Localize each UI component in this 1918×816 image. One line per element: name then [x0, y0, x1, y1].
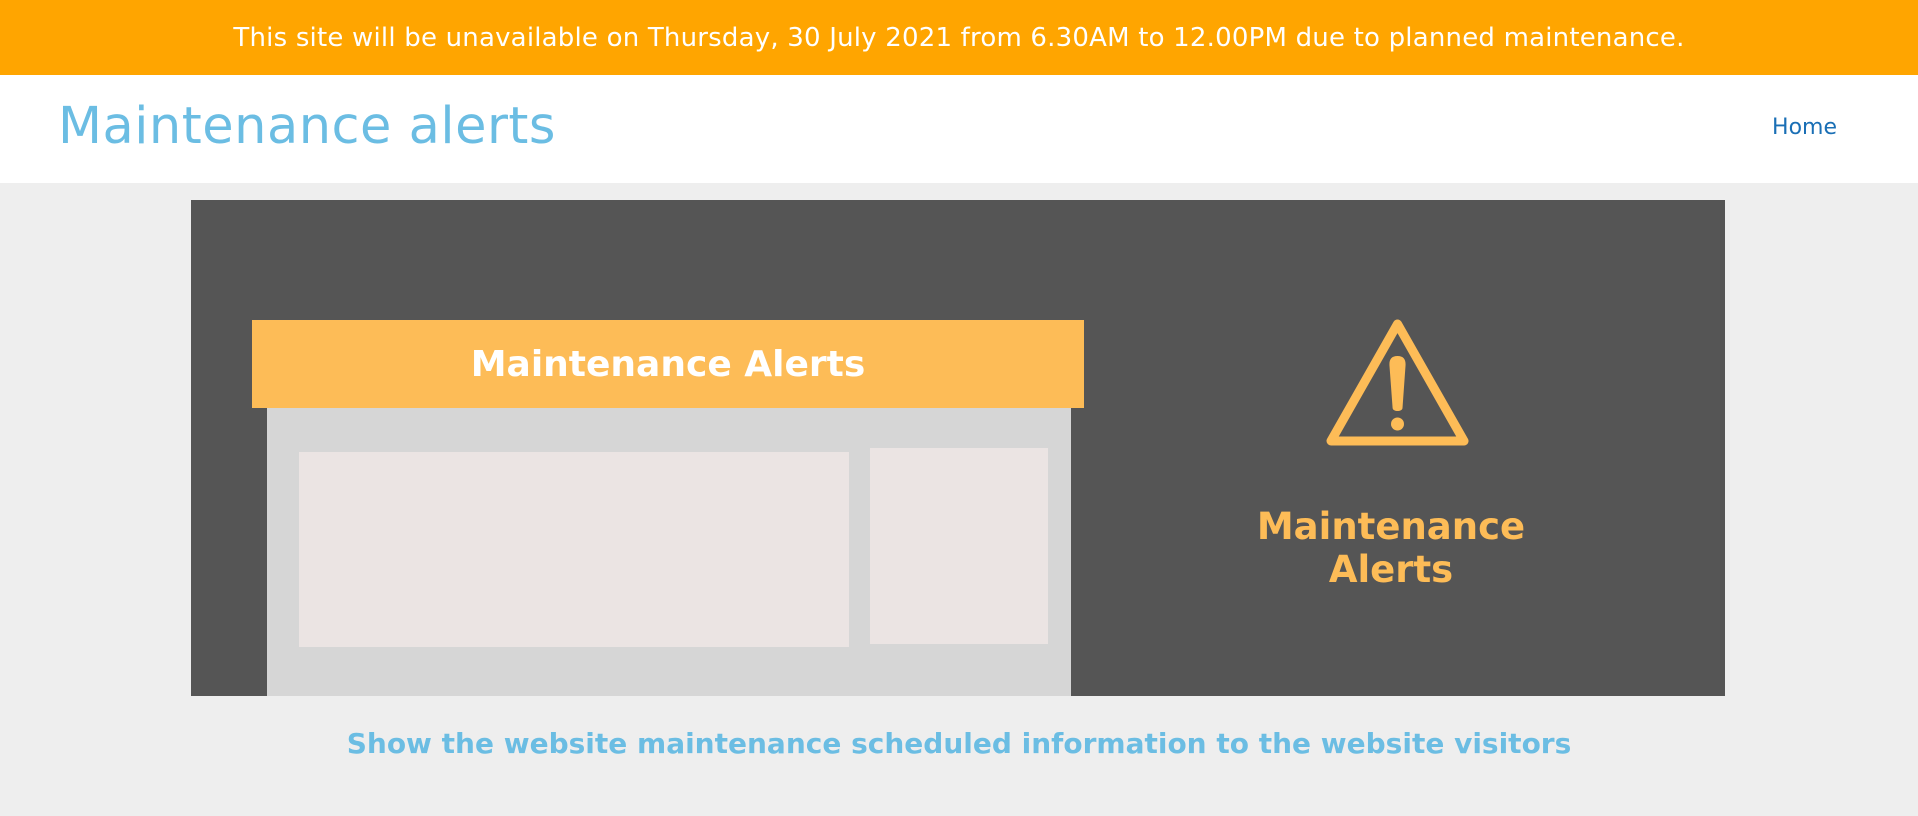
mock-page-body: [267, 408, 1071, 696]
nav-home-link[interactable]: Home: [1772, 115, 1837, 140]
mock-alert-header-text: Maintenance Alerts: [470, 343, 866, 385]
mock-content-block: [299, 452, 849, 647]
mock-sidebar-block: [870, 448, 1048, 644]
mock-alert-header: Maintenance Alerts: [252, 320, 1084, 408]
banner-label: Maintenance Alerts: [1256, 505, 1526, 591]
maintenance-alert-bar: This site will be unavailable on Thursda…: [0, 0, 1918, 75]
site-title[interactable]: Maintenance alerts: [58, 97, 556, 156]
alert-message: This site will be unavailable on Thursda…: [233, 22, 1685, 53]
site-header: Maintenance alerts Home: [0, 75, 1918, 183]
warning-triangle-icon: [1326, 319, 1469, 446]
tagline: Show the website maintenance scheduled i…: [346, 727, 1572, 760]
hero-banner: Maintenance Alerts Maintenance Alerts: [191, 200, 1725, 696]
